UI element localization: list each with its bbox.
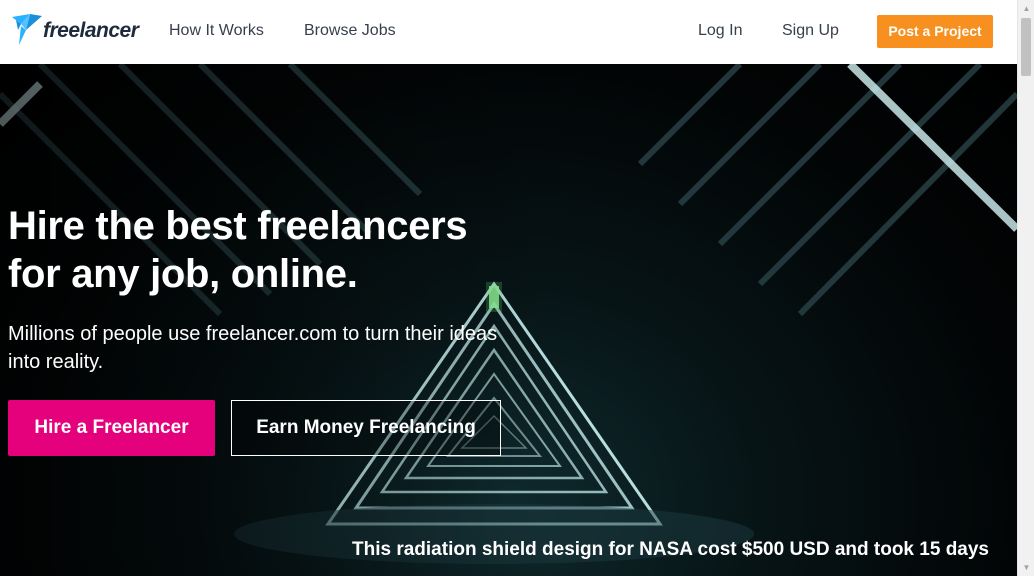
scroll-down-arrow-icon[interactable]: ▼ [1018, 559, 1034, 576]
hero-subtext: Millions of people use freelancer.com to… [8, 323, 498, 373]
freelancer-bird-icon [12, 14, 42, 45]
hire-a-freelancer-button[interactable]: Hire a Freelancer [8, 400, 215, 456]
headline-line-2: for any job, online. [8, 252, 358, 296]
nav-log-in[interactable]: Log In [698, 21, 742, 41]
hero-section: Hire the best freelancers for any job, o… [0, 64, 1017, 576]
nav-browse-jobs[interactable]: Browse Jobs [304, 21, 396, 41]
nav-how-it-works[interactable]: How It Works [169, 21, 264, 41]
nav-sign-up[interactable]: Sign Up [782, 21, 839, 41]
logo-wordmark: freelancer [43, 19, 139, 42]
hero-headline: Hire the best freelancers for any job, o… [8, 202, 468, 298]
scroll-thumb[interactable] [1021, 18, 1031, 76]
hero-image-caption: This radiation shield design for NASA co… [352, 539, 990, 560]
freelancer-logo[interactable]: freelancer [12, 14, 139, 48]
headline-line-1: Hire the best freelancers [8, 204, 468, 248]
post-a-project-button[interactable]: Post a Project [877, 15, 993, 48]
earn-money-freelancing-button[interactable]: Earn Money Freelancing [231, 400, 501, 456]
scroll-up-arrow-icon[interactable]: ▲ [1018, 0, 1034, 17]
vertical-scrollbar[interactable]: ▲ ▼ [1017, 0, 1034, 576]
top-navigation: freelancer How It Works Browse Jobs Log … [0, 0, 1017, 64]
